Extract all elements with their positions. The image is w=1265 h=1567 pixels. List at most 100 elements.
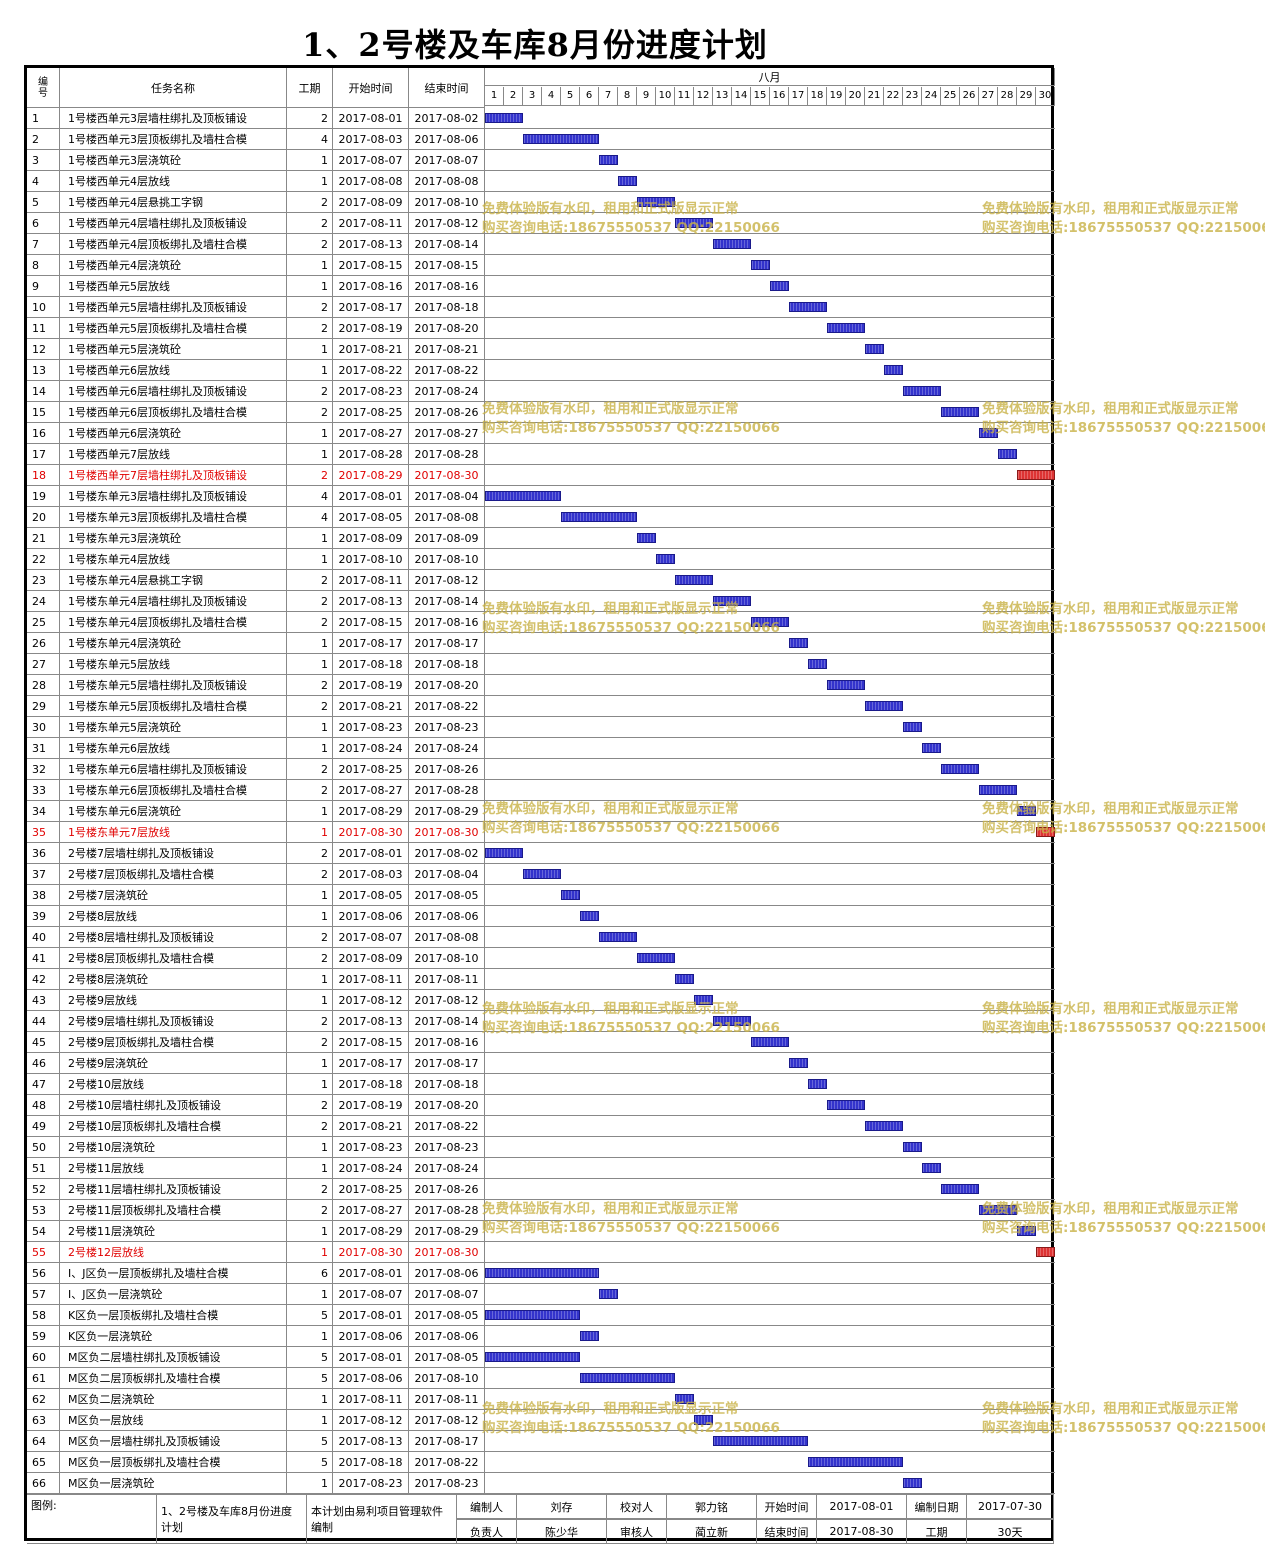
- footer-end-label: 结束时间: [757, 1519, 817, 1544]
- cell-end: 2017-08-23: [409, 1473, 485, 1494]
- gantt-bar[interactable]: [599, 155, 618, 165]
- gantt-bar[interactable]: [903, 1478, 922, 1488]
- gantt-bar[interactable]: [1036, 827, 1055, 837]
- gantt-bar[interactable]: [808, 1457, 903, 1467]
- cell-start: 2017-08-01: [333, 486, 409, 507]
- gantt-bar[interactable]: [485, 1352, 580, 1362]
- gantt-bar[interactable]: [903, 722, 922, 732]
- cell-name: 1号楼东单元3层顶板绑扎及墙柱合模: [60, 507, 287, 528]
- gantt-bar[interactable]: [1017, 806, 1036, 816]
- cell-start: 2017-08-13: [333, 1011, 409, 1032]
- gantt-bar[interactable]: [637, 953, 675, 963]
- gantt-row: [485, 1158, 1055, 1179]
- gantt-bar[interactable]: [751, 260, 770, 270]
- gantt-bar[interactable]: [789, 638, 808, 648]
- gantt-bar[interactable]: [827, 323, 865, 333]
- gantt-bar[interactable]: [865, 1121, 903, 1131]
- gantt-bar[interactable]: [637, 197, 675, 207]
- footer-reviewer-label: 审核人: [607, 1519, 667, 1544]
- gantt-bar[interactable]: [770, 281, 789, 291]
- cell-num: 25: [27, 612, 60, 633]
- cell-end: 2017-08-06: [409, 1326, 485, 1347]
- gantt-bar[interactable]: [789, 302, 827, 312]
- gantt-bar[interactable]: [1036, 1247, 1055, 1257]
- cell-start: 2017-08-27: [333, 1200, 409, 1221]
- gantt-bar[interactable]: [580, 911, 599, 921]
- gantt-bar[interactable]: [713, 1016, 751, 1026]
- cell-name: 1号楼西单元6层墙柱绑扎及顶板铺设: [60, 381, 287, 402]
- gantt-bar[interactable]: [979, 785, 1017, 795]
- gantt-bar[interactable]: [485, 1310, 580, 1320]
- gantt-bar[interactable]: [713, 1436, 808, 1446]
- gantt-bar[interactable]: [675, 575, 713, 585]
- gantt-bar[interactable]: [827, 680, 865, 690]
- gantt-bar[interactable]: [561, 890, 580, 900]
- footer-owner-value: 陈少华: [517, 1519, 607, 1544]
- cell-start: 2017-08-30: [333, 822, 409, 843]
- gantt-bar[interactable]: [751, 617, 789, 627]
- cell-num: 2: [27, 129, 60, 150]
- gantt-bar[interactable]: [675, 218, 713, 228]
- gantt-bar[interactable]: [789, 1058, 808, 1068]
- gantt-bar[interactable]: [694, 995, 713, 1005]
- cell-dur: 2: [287, 402, 333, 423]
- cell-start: 2017-08-25: [333, 402, 409, 423]
- gantt-row: [485, 969, 1055, 990]
- cell-start: 2017-08-23: [333, 717, 409, 738]
- gantt-bar[interactable]: [580, 1373, 675, 1383]
- gantt-row: [485, 150, 1055, 171]
- gantt-bar[interactable]: [865, 344, 884, 354]
- gantt-bar[interactable]: [827, 1100, 865, 1110]
- gantt-bar[interactable]: [922, 1163, 941, 1173]
- gantt-bar[interactable]: [523, 134, 599, 144]
- cell-num: 37: [27, 864, 60, 885]
- gantt-bar[interactable]: [713, 239, 751, 249]
- gantt-bar[interactable]: [1017, 470, 1055, 480]
- gantt-bar[interactable]: [979, 1205, 1017, 1215]
- gantt-bar[interactable]: [618, 176, 637, 186]
- gantt-bar[interactable]: [903, 386, 941, 396]
- cell-dur: 1: [287, 1473, 333, 1494]
- gantt-bar[interactable]: [884, 365, 903, 375]
- gantt-bar[interactable]: [523, 869, 561, 879]
- gantt-bar[interactable]: [713, 596, 751, 606]
- gantt-bar[interactable]: [637, 533, 656, 543]
- gantt-bar[interactable]: [865, 701, 903, 711]
- gantt-bar[interactable]: [979, 428, 998, 438]
- gantt-bar[interactable]: [580, 1331, 599, 1341]
- gantt-bar[interactable]: [656, 554, 675, 564]
- cell-dur: 1: [287, 1284, 333, 1305]
- gantt-bar[interactable]: [599, 932, 637, 942]
- gantt-bar[interactable]: [561, 512, 637, 522]
- gantt-bar[interactable]: [694, 1415, 713, 1425]
- gantt-bar[interactable]: [485, 113, 523, 123]
- gantt-row: [485, 1326, 1055, 1347]
- gantt-bar[interactable]: [751, 1037, 789, 1047]
- month-header: 八月: [485, 68, 1055, 86]
- gantt-bar[interactable]: [808, 1079, 827, 1089]
- cell-dur: 1: [287, 1137, 333, 1158]
- cell-num: 9: [27, 276, 60, 297]
- gantt-bar[interactable]: [922, 743, 941, 753]
- gantt-bar[interactable]: [998, 449, 1017, 459]
- gantt-bar[interactable]: [1017, 1226, 1036, 1236]
- gantt-row: [485, 108, 1055, 129]
- gantt-bar[interactable]: [903, 1142, 922, 1152]
- gantt-bar[interactable]: [485, 848, 523, 858]
- gantt-bar[interactable]: [675, 974, 694, 984]
- cell-name: 1号楼东单元3层浇筑砼: [60, 528, 287, 549]
- gantt-bar[interactable]: [808, 659, 827, 669]
- gantt-bar[interactable]: [485, 1268, 599, 1278]
- cell-end: 2017-08-08: [409, 507, 485, 528]
- gantt-row: [485, 696, 1055, 717]
- gantt-bar[interactable]: [941, 1184, 979, 1194]
- gantt-bar[interactable]: [675, 1394, 694, 1404]
- cell-dur: 5: [287, 1452, 333, 1473]
- gantt-bar[interactable]: [941, 407, 979, 417]
- gantt-bar[interactable]: [941, 764, 979, 774]
- day-header: 15: [751, 87, 770, 105]
- cell-name: 2号楼8层放线: [60, 906, 287, 927]
- gantt-bar[interactable]: [599, 1289, 618, 1299]
- gantt-bar[interactable]: [485, 491, 561, 501]
- cell-num: 5: [27, 192, 60, 213]
